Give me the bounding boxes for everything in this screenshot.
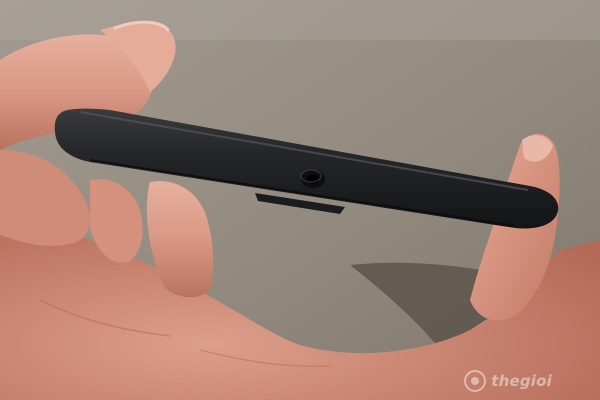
background-highlight [0, 0, 600, 40]
watermark-text: thegioi [491, 372, 552, 390]
watermark: thegioi [464, 370, 552, 392]
phone-in-hand-photo [0, 0, 600, 400]
watermark-logo-icon [464, 370, 487, 392]
photo-scene: thegioi [0, 0, 600, 400]
